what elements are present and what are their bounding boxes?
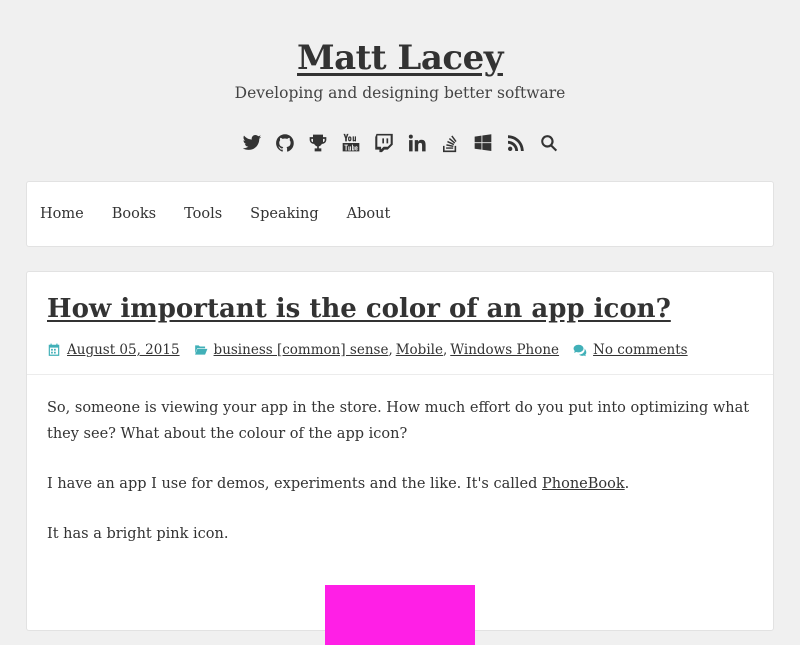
youtube-icon[interactable] [340, 132, 361, 153]
nav-item-speaking[interactable]: Speaking [250, 206, 319, 222]
linkedin-icon[interactable] [406, 132, 427, 153]
post-paragraph-1: So, someone is viewing your app in the s… [47, 400, 750, 442]
post-categories-group: business [common] sense, Mobile, Windows… [194, 342, 559, 358]
nav-item-about[interactable]: About [347, 206, 391, 222]
windows-icon[interactable] [472, 132, 493, 153]
category-link-business[interactable]: business [common] sense [214, 342, 389, 358]
post-comments-link[interactable]: No comments [593, 342, 688, 358]
search-icon[interactable] [538, 132, 559, 153]
comments-icon [573, 343, 587, 357]
app-icon-image [325, 585, 475, 645]
post-date-link[interactable]: August 05, 2015 [67, 342, 180, 358]
category-link-mobile[interactable]: Mobile [396, 342, 443, 358]
post-meta: August 05, 2015 business [common] sense,… [47, 340, 773, 360]
calendar-icon [47, 343, 61, 357]
folder-open-icon [194, 343, 208, 357]
site-tagline: Developing and designing better software [234, 84, 566, 102]
post-card: How important is the color of an app ico… [26, 271, 774, 645]
post-title[interactable]: How important is the color of an app ico… [47, 294, 773, 324]
post-paragraph-3: It has a bright pink icon. [47, 526, 229, 542]
post-body: So, someone is viewing your app in the s… [27, 375, 773, 547]
trophy-icon[interactable] [307, 132, 328, 153]
nav-item-home[interactable]: Home [40, 206, 84, 222]
category-link-windows-phone[interactable]: Windows Phone [450, 342, 559, 358]
twitter-icon[interactable] [241, 132, 262, 153]
main-nav: Home Books Tools Speaking About [26, 181, 774, 247]
site-title[interactable]: Matt Lacey [297, 38, 503, 78]
phonebook-link[interactable]: PhoneBook [542, 476, 625, 492]
site-header: Matt Lacey Developing and designing bett… [0, 0, 800, 153]
post-paragraph-2: I have an app I use for demos, experimen… [47, 476, 630, 492]
nav-item-tools[interactable]: Tools [184, 206, 222, 222]
post-comments-group: No comments [573, 342, 688, 358]
nav-item-books[interactable]: Books [112, 206, 156, 222]
stackoverflow-icon[interactable] [439, 132, 460, 153]
social-links [0, 132, 800, 153]
post-date-group: August 05, 2015 [47, 342, 180, 358]
twitch-icon[interactable] [373, 132, 394, 153]
rss-icon[interactable] [505, 132, 526, 153]
github-icon[interactable] [274, 132, 295, 153]
